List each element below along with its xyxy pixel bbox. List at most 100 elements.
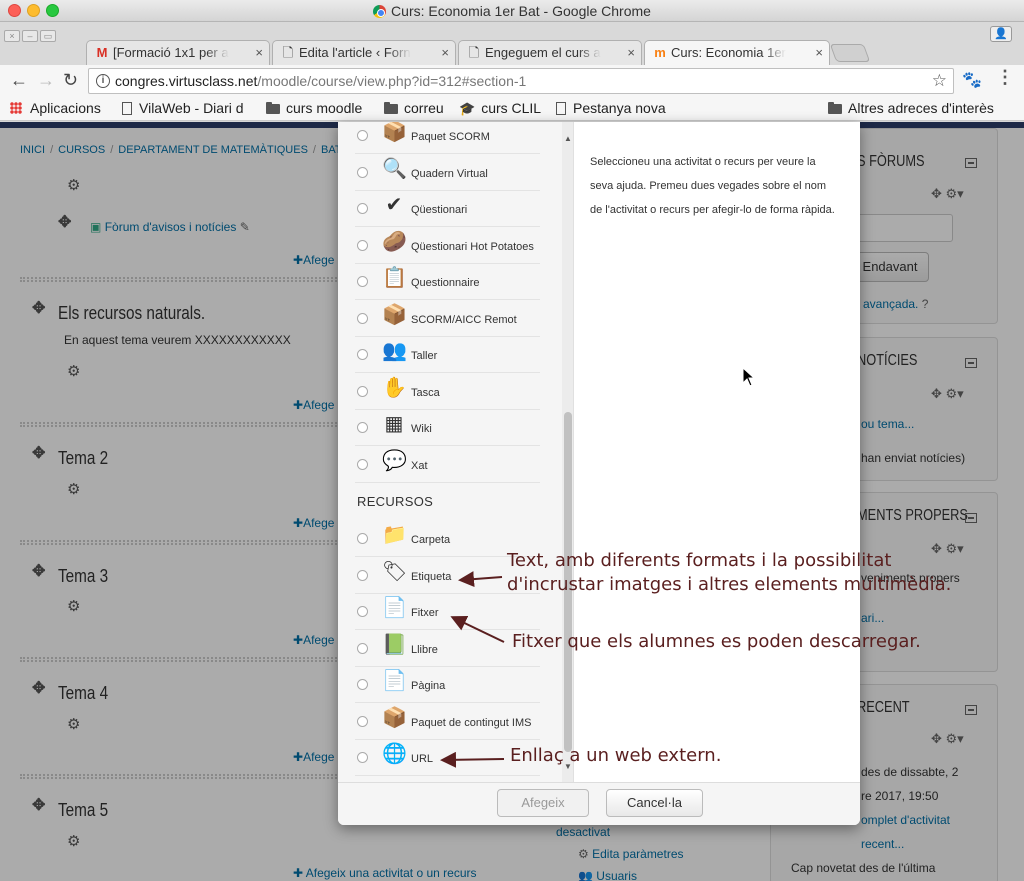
bookmark-curs-clil[interactable]: 🎓 curs CLIL — [459, 97, 541, 120]
page-icon: 🗋 — [468, 45, 480, 60]
module-label: Tasca — [411, 386, 440, 399]
url-host: congres.virtusclass.net — [115, 73, 258, 89]
radio-button[interactable] — [357, 533, 368, 544]
radio-button[interactable] — [357, 312, 368, 324]
module-label: Paquet SCORM — [411, 131, 490, 143]
radio-button[interactable] — [357, 752, 368, 763]
module-label: Wiki — [411, 423, 432, 435]
module-option[interactable]: ✔ Qüestionari — [338, 191, 558, 227]
cancel-button[interactable]: Cancel·la — [606, 789, 703, 817]
module-label: Questionnaire — [411, 277, 480, 289]
radio-button[interactable] — [357, 385, 368, 397]
radio-button[interactable] — [357, 166, 368, 178]
module-label: SCORM/AICC Remot — [411, 313, 517, 326]
window-titlebar: Curs: Economia 1er Bat - Google Chrome — [0, 0, 1024, 22]
divider — [355, 775, 540, 776]
module-label: Xat — [411, 459, 428, 472]
module-option[interactable]: ▦ Wiki — [338, 410, 558, 446]
mouse-cursor-icon — [742, 367, 756, 387]
back-arrow-icon[interactable]: ← — [10, 71, 28, 89]
radio-button[interactable] — [357, 349, 368, 360]
bookmark-vilaweb[interactable]: VilaWeb - Diari d — [122, 97, 244, 119]
activity-list: 📦 Paquet SCORM 🔍 Quadern Virtual ✔ Qüestionar… — [338, 122, 574, 782]
module-option[interactable]: 📄 Pàgina — [338, 667, 558, 703]
resources-heading: RECURSOS — [357, 494, 434, 509]
tab-curs-economia[interactable]: m Curs: Economia 1er × — [644, 40, 830, 65]
bookmark-altres[interactable]: Altres adreces d'interès — [828, 97, 994, 119]
tab-close-icon[interactable]: × — [255, 45, 263, 60]
tab-engeguem[interactable]: 🗋 Engeguem el curs a × — [458, 40, 642, 65]
module-option[interactable]: ✋ Tasca — [338, 374, 558, 410]
page-icon: 📄 — [382, 670, 407, 692]
forward-arrow-icon[interactable]: → — [37, 71, 55, 89]
tab-close-icon[interactable]: × — [441, 45, 449, 60]
new-tab-button[interactable] — [829, 44, 871, 62]
annotation-fitxer: Fitxer que els alumnes es poden descarre… — [512, 631, 921, 652]
browser-toolbar: ← → ↻ i congres.virtusclass.net/moodle/c… — [0, 65, 1024, 97]
radio-button[interactable] — [357, 130, 368, 141]
module-option[interactable]: 📄 Fitxer — [338, 594, 558, 630]
extension-paw-icon[interactable]: 🐾 — [962, 70, 982, 90]
bookmark-correu[interactable]: correu — [384, 97, 444, 119]
bookmark-star-icon[interactable]: ☆ — [932, 69, 947, 93]
module-option[interactable]: 🥔 Qüestionari Hot Potatoes — [338, 228, 558, 264]
module-label: URL — [411, 753, 434, 765]
minimize-window-icon[interactable]: – — [22, 30, 38, 42]
close-window-icon[interactable]: × — [4, 30, 20, 42]
tab-close-icon[interactable]: × — [815, 45, 823, 60]
radio-button[interactable] — [357, 569, 368, 581]
module-option[interactable]: 📦 SCORM/AICC Remot — [338, 301, 558, 337]
radio-button[interactable] — [357, 276, 368, 287]
folder-icon — [384, 102, 398, 114]
bookmark-apps[interactable]: Aplicacions — [10, 97, 101, 119]
reload-icon[interactable]: ↻ — [63, 71, 78, 89]
module-option[interactable]: 🔍 Quadern Virtual — [338, 155, 558, 191]
module-option[interactable]: 📦 Paquet de contingut IMS — [338, 704, 558, 740]
module-label: Paquet de contingut IMS — [411, 716, 532, 729]
activity-chooser-dialog: 📦 Paquet SCORM 🔍 Quadern Virtual ✔ Qüestionar… — [338, 122, 860, 825]
module-option[interactable]: 👥 Taller — [338, 337, 558, 373]
module-label: Qüestionari — [411, 204, 468, 216]
tab-label: Engeguem el curs a — [485, 45, 601, 60]
bookmark-label: Altres adreces d'interès — [848, 100, 994, 116]
module-label: Taller — [411, 350, 438, 362]
info-icon[interactable]: i — [96, 74, 110, 88]
window-minimize-button[interactable] — [27, 4, 40, 17]
bookmark-curs-moodle[interactable]: curs moodle — [266, 97, 362, 119]
tab-label: Edita l'article ‹ Forn — [299, 45, 411, 60]
radio-button[interactable] — [357, 239, 368, 251]
module-label: Fitxer — [411, 607, 439, 619]
url-icon: 🌐 — [382, 743, 407, 765]
add-button[interactable]: Afegeix — [497, 789, 589, 817]
profile-icon[interactable]: 👤 — [990, 26, 1012, 42]
radio-button[interactable] — [357, 458, 368, 470]
scroll-up-icon[interactable]: ▲ — [564, 134, 572, 143]
bookmark-label: curs CLIL — [481, 100, 542, 116]
radio-button[interactable] — [357, 715, 368, 727]
chrome-menu-icon[interactable]: ⋮ — [996, 67, 1014, 88]
address-bar[interactable]: i congres.virtusclass.net/moodle/course/… — [88, 68, 954, 94]
wiki-icon: ▦ — [384, 413, 404, 435]
folder-icon — [266, 102, 280, 114]
radio-button[interactable] — [357, 422, 368, 433]
tab-close-icon[interactable]: × — [627, 45, 635, 60]
window-close-button[interactable] — [8, 4, 21, 17]
restore-window-icon[interactable]: ▭ — [40, 30, 56, 42]
tab-gmail[interactable]: M [Formació 1x1 per a × — [86, 40, 270, 65]
radio-button[interactable] — [357, 606, 368, 617]
module-option[interactable]: 📦 Paquet SCORM — [338, 122, 558, 154]
module-option[interactable]: 📋 Questionnaire — [338, 264, 558, 300]
bookmark-pestanya-nova[interactable]: Pestanya nova — [556, 97, 666, 119]
radio-button[interactable] — [357, 679, 368, 690]
bookmark-label: Pestanya nova — [573, 100, 666, 116]
label-icon: 🏷 — [382, 560, 408, 583]
apps-grid-icon — [10, 102, 22, 114]
list-scrollbar[interactable]: ▲ ▼ — [562, 122, 573, 782]
radio-button[interactable] — [357, 203, 368, 214]
module-option[interactable]: 💬 Xat — [338, 447, 558, 483]
window-maximize-button[interactable] — [46, 4, 59, 17]
tab-edit-article[interactable]: 🗋 Edita l'article ‹ Forn × — [272, 40, 456, 65]
radio-button[interactable] — [357, 642, 368, 654]
chat-icon: 💬 — [382, 449, 407, 472]
virtual-notebook-icon: 🔍 — [382, 157, 407, 180]
